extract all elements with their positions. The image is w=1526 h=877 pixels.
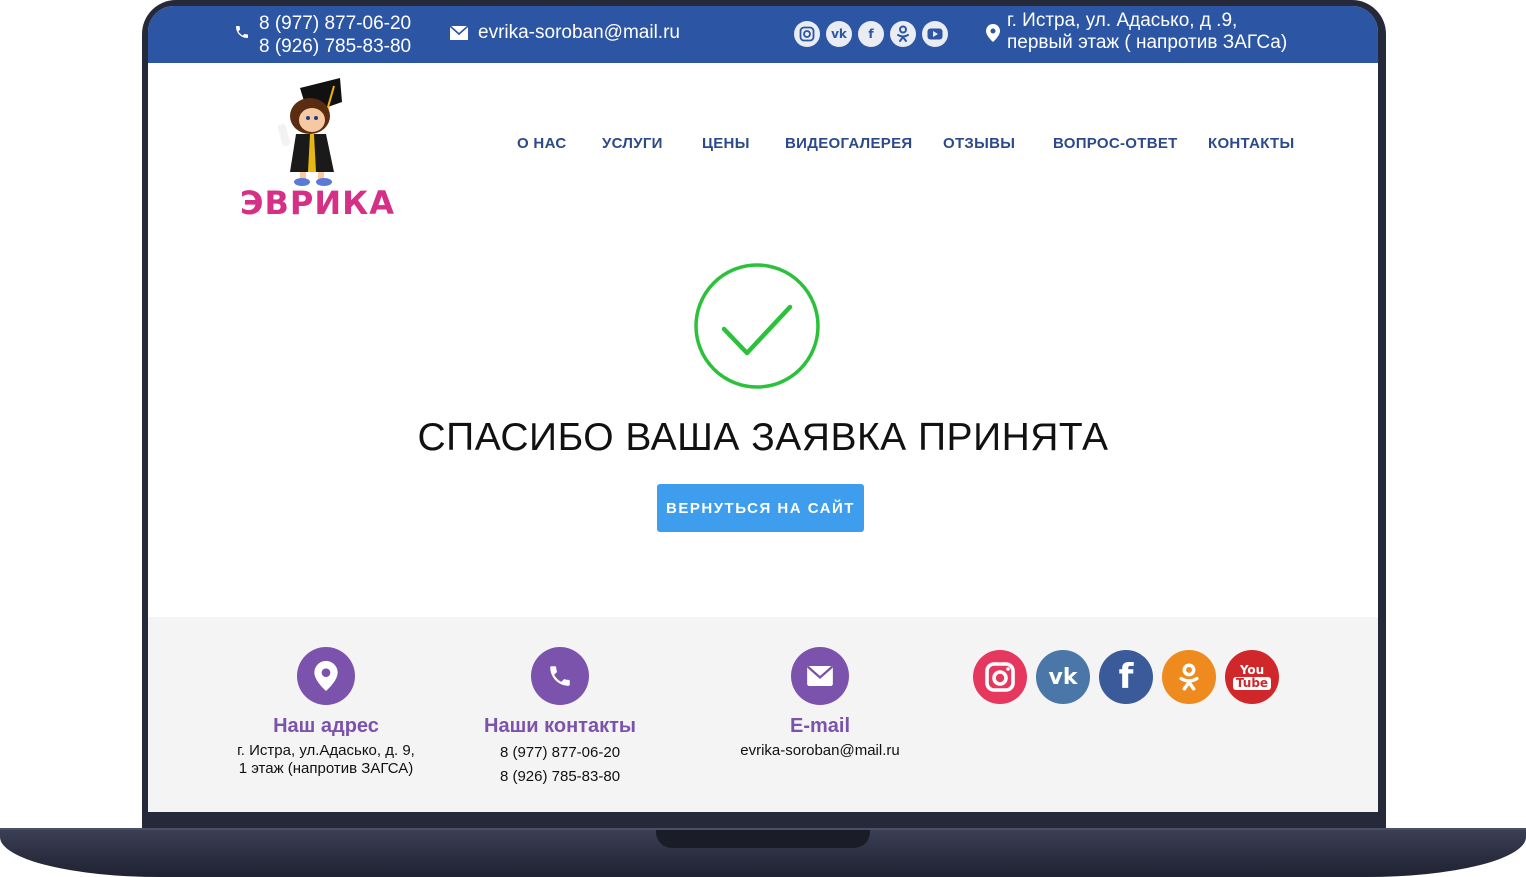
instagram-icon[interactable] xyxy=(794,21,820,47)
instagram-icon[interactable] xyxy=(973,650,1027,704)
youtube-icon[interactable]: You Tube xyxy=(1225,650,1279,704)
facebook-icon[interactable]: f xyxy=(858,21,884,47)
topbar-phone-1[interactable]: 8 (977) 877-06-20 xyxy=(259,12,411,35)
location-pin-icon xyxy=(297,647,355,705)
topbar-email[interactable]: evrika-soroban@mail.ru xyxy=(478,22,680,44)
success-check-icon xyxy=(692,261,822,396)
topbar-address-line-2: первый этаж ( напротив ЗАГСа) xyxy=(1007,32,1288,53)
youtube-icon[interactable] xyxy=(922,21,948,47)
footer-email-value[interactable]: evrika-soroban@mail.ru xyxy=(720,742,920,760)
footer-phone-1[interactable]: 8 (977) 877-06-20 xyxy=(460,744,660,762)
odnoklassniki-icon[interactable] xyxy=(890,21,916,47)
odnoklassniki-icon[interactable] xyxy=(1162,650,1216,704)
location-pin-icon xyxy=(986,24,1000,47)
back-to-site-button[interactable]: ВЕРНУТЬСЯ НА САЙТ xyxy=(657,484,864,532)
nav-item-about[interactable]: О НАС xyxy=(517,135,566,152)
footer-address-line-1: г. Истра, ул.Адасько, д. 9, xyxy=(237,742,415,759)
topbar-phones: 8 (977) 877-06-20 8 (926) 785-83-80 xyxy=(259,12,411,58)
nav-item-faq[interactable]: ВОПРОС-ОТВЕТ xyxy=(1053,135,1178,152)
topbar-social-links: vk f xyxy=(794,21,948,47)
footer-email-title: E-mail xyxy=(789,715,851,737)
footer-address-line-2: 1 этаж (напротив ЗАГСА) xyxy=(238,760,414,777)
phone-icon xyxy=(531,647,589,705)
topbar-address-line-1: г. Истра, ул. Адасько, д .9, xyxy=(1007,10,1238,31)
footer-contacts: Наши контакты 8 (977) 877-06-20 8 (926) … xyxy=(460,647,660,786)
mail-icon xyxy=(791,647,849,705)
footer-contacts-title: Наши контакты xyxy=(484,715,636,737)
phone-icon xyxy=(234,24,250,45)
mail-icon xyxy=(449,25,469,45)
nav-item-video-gallery[interactable]: ВИДЕОГАЛЕРЕЯ xyxy=(785,135,912,152)
laptop-notch xyxy=(656,830,870,848)
nav-item-contacts[interactable]: КОНТАКТЫ xyxy=(1208,135,1294,152)
nav-item-prices[interactable]: ЦЕНЫ xyxy=(702,135,750,152)
top-contact-bar: 8 (977) 877-06-20 8 (926) 785-83-80 evri… xyxy=(148,6,1378,63)
footer-social-links: vk f You Tube xyxy=(973,650,1279,704)
success-message: СПАСИБО ВАША ЗАЯВКА ПРИНЯТА xyxy=(417,416,1109,459)
facebook-icon[interactable]: f xyxy=(1099,650,1153,704)
nav-item-reviews[interactable]: ОТЗЫВЫ xyxy=(943,135,1015,152)
nav-item-services[interactable]: УСЛУГИ xyxy=(602,135,663,152)
footer-address: Наш адрес г. Истра, ул.Адасько, д. 9, 1 … xyxy=(226,647,426,778)
footer-phone-2[interactable]: 8 (926) 785-83-80 xyxy=(460,768,660,786)
youtube-label-tube: Tube xyxy=(1232,677,1272,690)
topbar-phone-2[interactable]: 8 (926) 785-83-80 xyxy=(259,35,411,58)
footer-email: E-mail evrika-soroban@mail.ru xyxy=(720,647,920,760)
topbar-address: г. Истра, ул. Адасько, д .9, первый этаж… xyxy=(1007,10,1287,54)
vk-icon[interactable]: vk xyxy=(1036,650,1090,704)
vk-icon[interactable]: vk xyxy=(826,21,852,47)
laptop-screen: 8 (977) 877-06-20 8 (926) 785-83-80 evri… xyxy=(148,6,1378,812)
footer-address-title: Наш адрес xyxy=(273,715,379,737)
logo-text[interactable]: ЭВРИКА xyxy=(240,184,395,222)
footer: Наш адрес г. Истра, ул.Адасько, д. 9, 1 … xyxy=(148,617,1378,812)
